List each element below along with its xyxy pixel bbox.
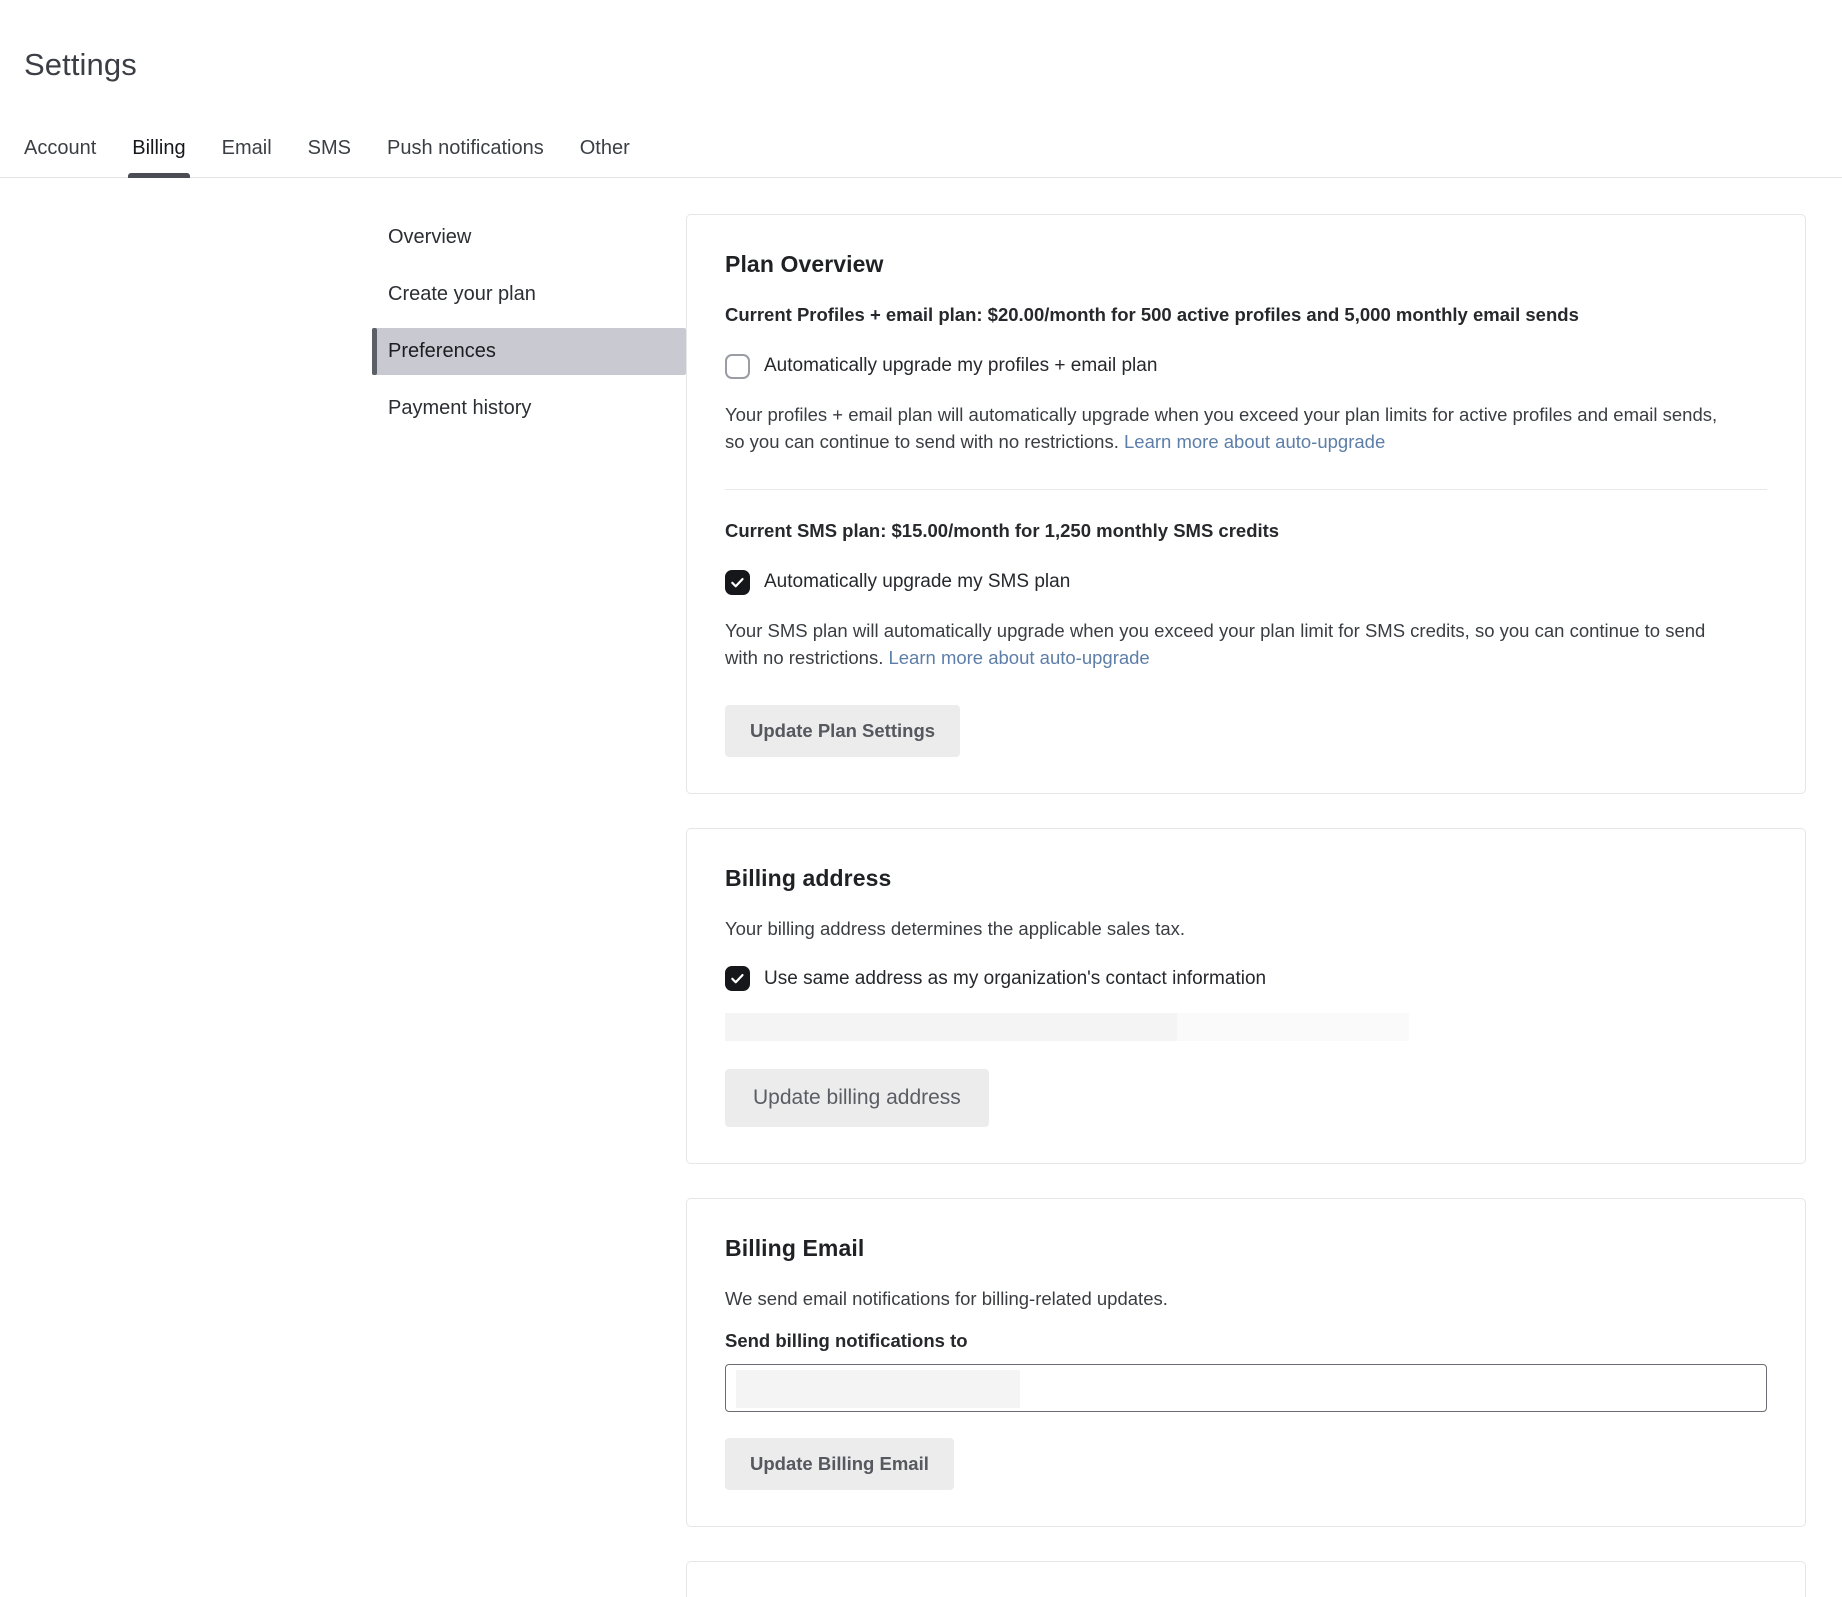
auto-upgrade-sms-label: Automatically upgrade my SMS plan	[764, 571, 1070, 593]
billing-address-title: Billing address	[725, 865, 1767, 892]
billing-address-redacted-value	[725, 1013, 1767, 1041]
billing-email-card: Billing Email We send email notification…	[686, 1198, 1806, 1527]
redaction-block	[725, 1013, 1177, 1041]
auto-upgrade-profiles-description: Your profiles + email plan will automati…	[725, 401, 1735, 455]
learn-more-auto-upgrade-sms-link[interactable]: Learn more about auto-upgrade	[888, 647, 1149, 668]
tab-sms[interactable]: SMS	[308, 137, 351, 177]
left-gutter	[0, 214, 372, 1597]
checkbox-checked-icon[interactable]	[725, 570, 750, 595]
checkbox-unchecked-icon[interactable]	[725, 354, 750, 379]
billing-email-description: We send email notifications for billing-…	[725, 1288, 1767, 1310]
billing-address-card: Billing address Your billing address det…	[686, 828, 1806, 1164]
update-billing-email-button[interactable]: Update Billing Email	[725, 1438, 954, 1490]
checkbox-checked-icon[interactable]	[725, 966, 750, 991]
tab-email[interactable]: Email	[222, 137, 272, 177]
settings-page: Settings Account Billing Email SMS Push …	[0, 21, 1842, 1597]
use-same-address-checkbox-row[interactable]: Use same address as my organization's co…	[725, 966, 1767, 991]
plan-divider	[725, 489, 1767, 490]
auto-upgrade-profiles-label: Automatically upgrade my profiles + emai…	[764, 355, 1157, 377]
tab-billing[interactable]: Billing	[132, 137, 185, 177]
plan-overview-card: Plan Overview Current Profiles + email p…	[686, 214, 1806, 795]
current-profiles-plan-line: Current Profiles + email plan: $20.00/mo…	[725, 304, 1767, 326]
subnav-item-preferences[interactable]: Preferences	[372, 328, 686, 375]
redaction-block	[736, 1370, 1020, 1408]
update-plan-settings-button[interactable]: Update Plan Settings	[725, 705, 960, 757]
body-wrap: Overview Create your plan Preferences Pa…	[0, 178, 1842, 1597]
tabbar: Account Billing Email SMS Push notificat…	[0, 104, 1842, 178]
sms-description-text: Your SMS plan will automatically upgrade…	[725, 620, 1705, 668]
billing-subnav: Overview Create your plan Preferences Pa…	[372, 214, 686, 1597]
tab-other[interactable]: Other	[580, 137, 630, 177]
redaction-block	[1177, 1013, 1409, 1041]
tab-push-notifications[interactable]: Push notifications	[387, 137, 544, 177]
auto-upgrade-profiles-checkbox-row[interactable]: Automatically upgrade my profiles + emai…	[725, 354, 1767, 379]
auto-upgrade-sms-description: Your SMS plan will automatically upgrade…	[725, 617, 1735, 671]
page-title: Settings	[0, 21, 1842, 83]
plan-overview-title: Plan Overview	[725, 251, 1767, 278]
billing-email-input[interactable]	[725, 1364, 1767, 1412]
update-billing-address-button[interactable]: Update billing address	[725, 1069, 989, 1127]
tab-account[interactable]: Account	[24, 137, 96, 177]
subnav-item-create-your-plan[interactable]: Create your plan	[372, 271, 686, 318]
billing-address-description: Your billing address determines the appl…	[725, 918, 1767, 940]
auto-upgrade-sms-checkbox-row[interactable]: Automatically upgrade my SMS plan	[725, 570, 1767, 595]
send-billing-notifications-label: Send billing notifications to	[725, 1330, 1767, 1352]
subnav-item-payment-history[interactable]: Payment history	[372, 385, 686, 432]
next-card-partial	[686, 1561, 1806, 1597]
subnav-item-overview[interactable]: Overview	[372, 214, 686, 261]
current-sms-plan-line: Current SMS plan: $15.00/month for 1,250…	[725, 520, 1767, 542]
content: Plan Overview Current Profiles + email p…	[686, 214, 1842, 1597]
learn-more-auto-upgrade-profiles-link[interactable]: Learn more about auto-upgrade	[1124, 431, 1385, 452]
use-same-address-label: Use same address as my organization's co…	[764, 968, 1266, 990]
billing-email-title: Billing Email	[725, 1235, 1767, 1262]
